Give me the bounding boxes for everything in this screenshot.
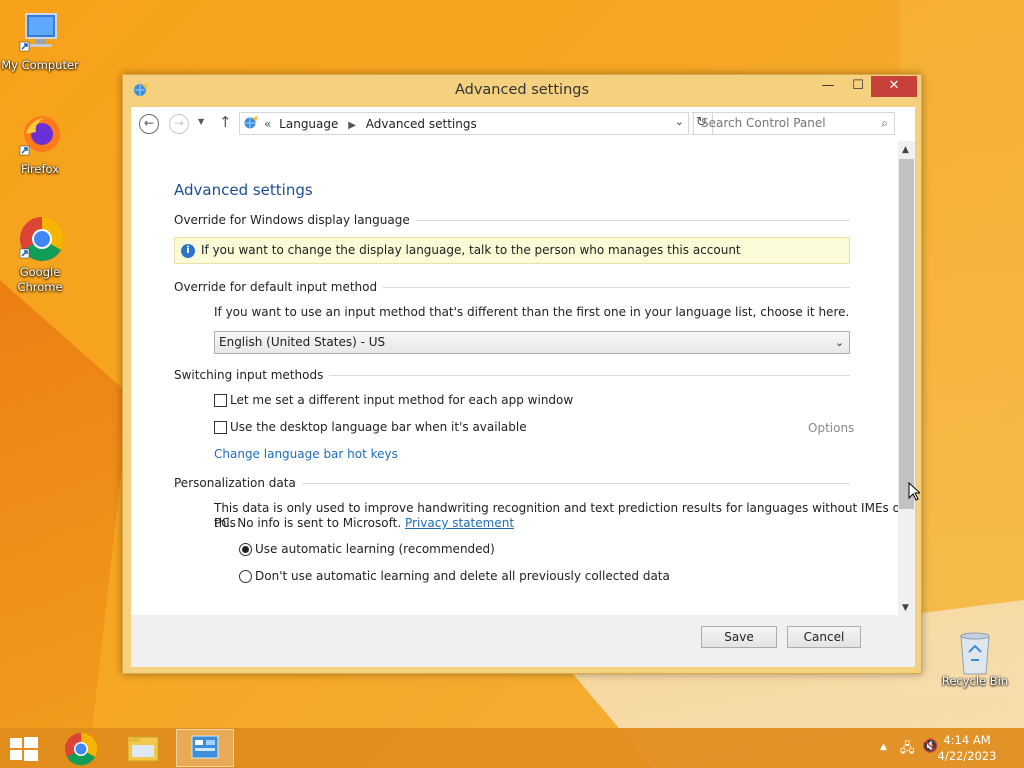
desktop-icon-label: My Computer [1,58,79,72]
personalization-description-text: PC. No info is sent to Microsoft. [214,516,402,530]
forward-button[interactable]: → [169,114,189,134]
section-personalization: Personalization data [174,476,850,490]
up-button[interactable]: ↑ [219,113,232,131]
input-method-select[interactable]: English (United States) - US ⌄ [214,331,850,354]
section-display-language: Override for Windows display language [174,213,850,227]
section-title: Override for default input method [174,280,378,294]
window-title: Advanced settings [454,82,590,98]
automatic-learning-label[interactable]: Use automatic learning (recommended) [255,542,495,557]
show-hidden-icons-chevron-up-icon[interactable]: ▲ [880,742,887,752]
recent-locations-dropdown[interactable]: ▼ [198,117,204,126]
desktop-icon-recycle-bin[interactable]: Recycle Bin [935,630,1015,689]
no-automatic-learning-radio[interactable] [239,570,252,583]
address-dropdown-icon[interactable]: ⌄ [675,115,684,128]
desktop-icon-my-computer[interactable]: My Computer [0,8,80,73]
personalization-description-line2: PC. No info is sent to Microsoft. Privac… [214,516,514,531]
info-text: If you want to change the display langua… [201,243,741,257]
taskbar-file-explorer[interactable] [114,729,172,767]
window-titlebar[interactable]: Advanced settings — ☐ ✕ [123,75,921,107]
language-bar-checkbox[interactable] [214,421,227,434]
desktop-icon-label: Recycle Bin [941,674,1009,688]
chrome-icon [16,215,64,263]
close-button[interactable]: ✕ [871,76,917,97]
privacy-statement-link[interactable]: Privacy statement [405,516,514,530]
breadcrumb-separator-icon[interactable]: ▶ [348,120,356,131]
recycle-bin-icon [955,630,995,676]
search-icon[interactable]: ⌕ [881,116,888,131]
computer-icon [16,8,64,56]
folder-icon [127,736,159,762]
vertical-scrollbar[interactable]: ▲ ▼ [898,141,915,615]
control-panel-icon [191,735,219,759]
input-method-description: If you want to use an input method that'… [214,305,850,319]
scroll-down-icon[interactable]: ▼ [902,603,909,613]
address-toolbar: ← → ▼ ↑ « Language ▶ Advanced settings ⌄… [131,107,915,141]
info-bar: i If you want to change the display lang… [174,237,850,264]
section-switching-input: Switching input methods [174,368,850,382]
wallpaper-shape [0,280,130,740]
search-box[interactable]: ⌕ [693,112,895,135]
scrollbar-thumb[interactable] [899,159,914,509]
clock-date: 4/22/2023 [937,749,997,763]
section-title: Override for Windows display language [174,213,410,227]
per-app-input-checkbox[interactable] [214,394,227,407]
back-button[interactable]: ← [139,114,159,134]
settings-content: Advanced settings Override for Windows d… [131,141,915,615]
taskbar-chrome[interactable] [52,729,110,767]
start-button[interactable] [10,737,38,761]
clock-time: 4:14 AM [943,733,991,747]
control-panel-icon [243,115,259,131]
system-tray: ▲ 🖧 🔇 4:14 AM 4/22/2023 [864,728,1024,768]
desktop-icon-firefox[interactable]: Firefox [0,112,80,177]
section-input-method: Override for default input method [174,280,850,294]
scroll-up-icon[interactable]: ▲ [902,145,909,155]
no-automatic-learning-label[interactable]: Don't use automatic learning and delete … [255,569,670,584]
mouse-cursor-icon [908,481,922,504]
maximize-button[interactable]: ☐ [845,76,871,97]
save-button[interactable]: Save [701,626,777,648]
change-hotkeys-link[interactable]: Change language bar hot keys [214,447,398,462]
minimize-button[interactable]: — [815,76,841,97]
info-icon: i [181,244,195,258]
breadcrumb-advanced-settings[interactable]: Advanced settings [366,117,477,131]
breadcrumb-language[interactable]: Language [279,117,338,131]
cancel-button[interactable]: Cancel [787,626,861,648]
clock[interactable]: 4:14 AM 4/22/2023 [932,732,1002,764]
search-input[interactable] [701,113,871,133]
language-bar-label[interactable]: Use the desktop language bar when it's a… [230,420,527,435]
language-bar-options-link[interactable]: Options [808,421,854,435]
taskbar-control-panel[interactable] [176,729,234,767]
per-app-input-label[interactable]: Let me set a different input method for … [230,393,573,408]
chrome-icon [65,732,98,766]
firefox-icon [16,112,64,160]
advanced-settings-window: Advanced settings — ☐ ✕ ← → ▼ ↑ « Langua… [122,74,922,674]
desktop-icon-label: Google Chrome [17,265,63,294]
section-title: Switching input methods [174,368,324,382]
breadcrumb-overflow[interactable]: « [264,117,271,131]
taskbar: ▲ 🖧 🔇 4:14 AM 4/22/2023 [0,728,1024,768]
desktop-icon-google-chrome[interactable]: Google Chrome [0,215,80,295]
automatic-learning-radio[interactable] [239,543,252,556]
section-title: Personalization data [174,476,296,490]
address-bar[interactable]: « Language ▶ Advanced settings ⌄ [239,112,689,135]
network-icon[interactable]: 🖧 [900,739,915,761]
desktop-icon-label: Firefox [20,162,60,176]
page-title: Advanced settings [174,181,313,199]
select-value: English (United States) - US [219,335,386,349]
dialog-footer: Save Cancel [131,615,915,667]
chevron-down-icon: ⌄ [834,336,844,349]
